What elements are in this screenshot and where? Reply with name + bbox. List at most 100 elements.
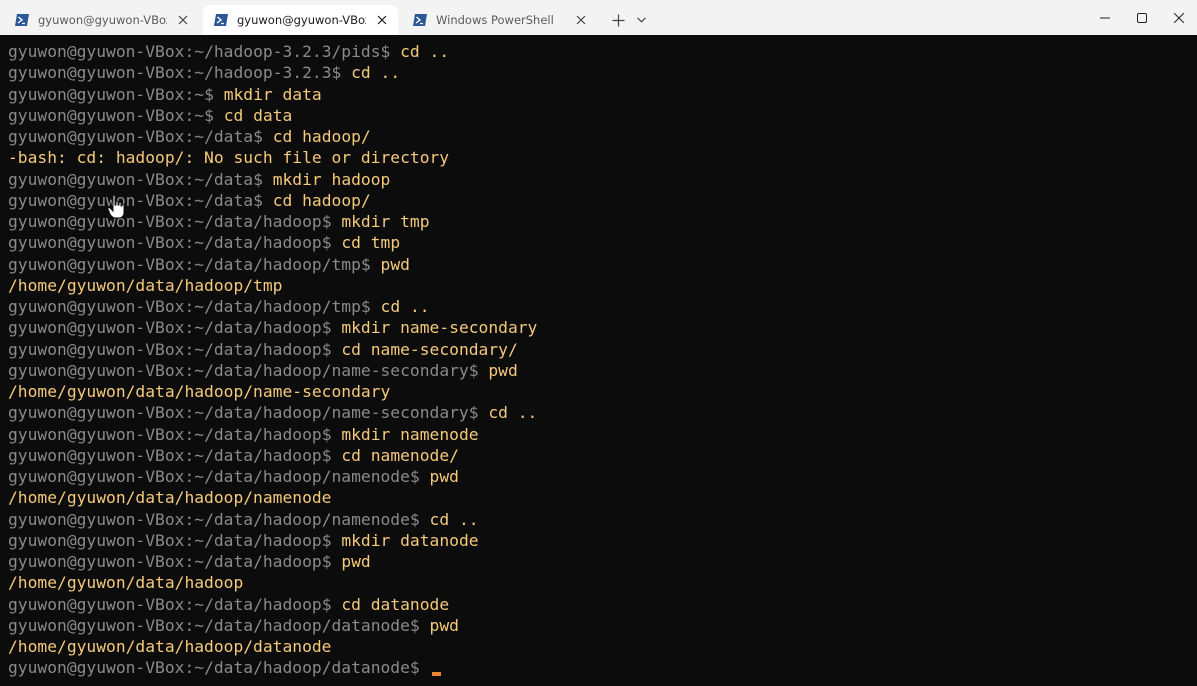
command-text: cd .. [351,63,401,83]
prompt-user-host: gyuwon@gyuwon-VBox [8,84,185,104]
prompt-user-host: gyuwon@gyuwon-VBox [8,360,185,380]
prompt-user-host: gyuwon@gyuwon-VBox [8,105,185,125]
command-text: cd datanode [341,594,450,614]
plus-icon [612,14,624,26]
maximize-button[interactable] [1123,0,1160,35]
close-icon[interactable] [175,12,191,28]
terminal-prompt-line: gyuwon@gyuwon-VBox:~/data$ cd hadoop/ [8,190,1197,211]
linux-shell-icon [15,14,29,26]
prompt-path: ~/data/hadoop$ [194,339,332,359]
prompt-separator: : [184,84,195,104]
terminal-prompt-line: gyuwon@gyuwon-VBox:~/data/hadoop$ mkdir … [8,211,1197,232]
command-text: pwd [341,552,371,571]
command-output: /home/gyuwon/data/hadoop/name-secondary [8,382,391,401]
prompt-path: ~/data/hadoop$ [194,530,332,550]
prompt-path: ~/data/hadoop$ [194,318,332,338]
command-text: cd .. [429,509,479,529]
prompt-path: ~/data/hadoop/datanode$ [194,615,420,635]
prompt-separator: : [184,105,195,125]
terminal-output[interactable]: gyuwon@gyuwon-VBox:~/hadoop-3.2.3/pids$ … [8,41,1197,686]
prompt-separator: : [184,615,195,635]
terminal-output-line: /home/gyuwon/data/hadoop/namenode [8,487,1197,508]
prompt-path: ~/data/hadoop$ [194,445,332,465]
prompt-separator: : [184,509,195,529]
minimize-button[interactable] [1086,0,1123,35]
prompt-user-host: gyuwon@gyuwon-VBox [8,658,185,678]
terminal-prompt-line: gyuwon@gyuwon-VBox:~/data/hadoop/namenod… [8,466,1197,487]
terminal-output-line: /home/gyuwon/data/hadoop/datanode [8,636,1197,657]
terminal-prompt-line: gyuwon@gyuwon-VBox:~/data/hadoop/tmp$ pw… [8,254,1197,275]
linux-shell-icon [214,14,228,26]
chevron-down-icon [636,17,646,23]
prompt-path: ~/data/hadoop/datanode$ [194,658,420,678]
prompt-user-host: gyuwon@gyuwon-VBox [8,318,185,338]
prompt-user-host: gyuwon@gyuwon-VBox [8,403,185,423]
hand-cursor-icon [107,194,125,219]
window-controls [1086,0,1197,35]
terminal-prompt-line: gyuwon@gyuwon-VBox:~/data/hadoop$ cd tmp [8,232,1197,253]
terminal-prompt-line: gyuwon@gyuwon-VBox:~$ mkdir data [8,84,1197,105]
terminal-output-line: /home/gyuwon/data/hadoop/tmp [8,275,1197,296]
command-text: mkdir tmp [341,212,430,231]
command-text: cd hadoop/ [272,190,371,210]
prompt-user-host: gyuwon@gyuwon-VBox [8,169,185,189]
prompt-path: ~/hadoop-3.2.3$ [194,63,342,83]
prompt-user-host: gyuwon@gyuwon-VBox [8,552,185,571]
command-text: mkdir datanode [341,530,479,550]
terminal-prompt-line: gyuwon@gyuwon-VBox:~/data/hadoop$ cd dat… [8,594,1197,615]
prompt-path: ~/data/hadoop$ [194,212,332,231]
prompt-path: ~/data/hadoop/name-secondary$ [194,403,479,423]
tab-hadoop[interactable]: gyuwon@gyuwon-VBox: ~/hadoop-3.2.3 [4,5,199,35]
command-output: /home/gyuwon/data/hadoop/namenode [8,488,332,508]
terminal-prompt-line: gyuwon@gyuwon-VBox:~/data/hadoop$ cd nam… [8,339,1197,360]
close-icon[interactable] [374,12,390,28]
terminal-prompt-line: gyuwon@gyuwon-VBox:~/hadoop-3.2.3$ cd .. [8,62,1197,83]
title-bar: gyuwon@gyuwon-VBox: ~/hadoop-3.2.3 gyuwo… [0,0,1197,35]
text-cursor [431,672,441,677]
command-text: mkdir namenode [341,424,479,444]
command-text: cd namenode/ [341,445,459,465]
terminal-prompt-line: gyuwon@gyuwon-VBox:~/data/hadoop$ mkdir … [8,530,1197,551]
prompt-separator: : [184,445,195,465]
tab-powershell[interactable]: Windows PowerShell [402,5,597,35]
prompt-separator: : [184,658,195,678]
command-text: cd .. [380,297,430,316]
terminal-prompt-line: gyuwon@gyuwon-VBox:~/data$ mkdir hadoop [8,169,1197,190]
command-output: /home/gyuwon/data/hadoop [8,573,244,593]
command-text: pwd [380,254,410,274]
prompt-path: ~/data$ [194,190,263,210]
tab-dropdown-button[interactable] [633,5,649,35]
prompt-path: ~$ [194,84,214,104]
new-tab-button[interactable] [603,5,633,35]
prompt-separator: : [184,594,195,614]
tab-title: Windows PowerShell [436,13,554,27]
terminal-prompt-line: gyuwon@gyuwon-VBox:~/data/hadoop/name-se… [8,402,1197,423]
prompt-path: ~/data/hadoop/name-secondary$ [194,360,479,380]
terminal-prompt-line: gyuwon@gyuwon-VBox:~/data/hadoop/namenod… [8,509,1197,530]
command-text: mkdir data [223,84,322,104]
prompt-path: ~/hadoop-3.2.3/pids$ [194,42,391,61]
prompt-separator: : [184,190,195,210]
command-text: cd .. [400,42,450,61]
command-text: pwd [429,467,459,486]
prompt-separator: : [184,254,195,274]
command-output: -bash: cd: hadoop/: No such file or dire… [8,148,450,168]
tab-datanode[interactable]: gyuwon@gyuwon-VBox: ~/data/hadoop/datano… [203,5,398,35]
terminal-prompt-line: gyuwon@gyuwon-VBox:~/data$ cd hadoop/ [8,126,1197,147]
prompt-path: ~/data/hadoop/namenode$ [194,509,420,529]
terminal-prompt-line: gyuwon@gyuwon-VBox:~/data/hadoop/name-se… [8,360,1197,381]
prompt-separator: : [184,424,195,444]
prompt-user-host: gyuwon@gyuwon-VBox [8,63,185,83]
prompt-user-host: gyuwon@gyuwon-VBox [8,212,185,231]
prompt-path: ~/data/hadoop/tmp$ [194,254,371,274]
prompt-user-host: gyuwon@gyuwon-VBox [8,424,185,444]
maximize-icon [1136,12,1147,23]
prompt-separator: : [184,318,195,338]
terminal-output-line: -bash: cd: hadoop/: No such file or dire… [8,147,1197,168]
close-icon[interactable] [573,12,589,28]
close-window-button[interactable] [1160,0,1197,35]
minimize-icon [1099,17,1110,18]
prompt-separator: : [184,530,195,550]
prompt-path: ~/data/hadoop$ [194,424,332,444]
prompt-separator: : [184,552,195,571]
